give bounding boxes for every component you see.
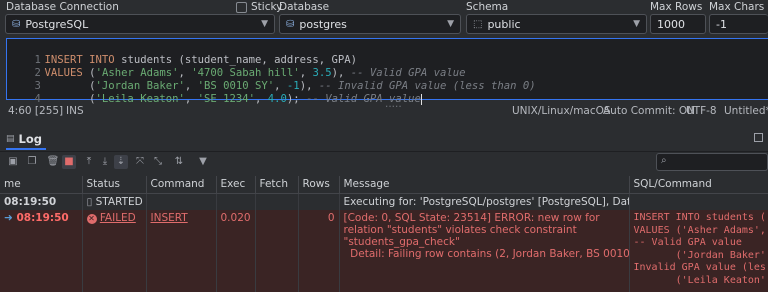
database-label: Database xyxy=(279,1,330,13)
file-name: Untitled* xyxy=(724,105,768,117)
filter-icon[interactable]: ▼ xyxy=(196,155,210,169)
expand-icon[interactable]: ⤧ xyxy=(133,155,147,169)
max-rows-label: Max Rows xyxy=(650,1,703,13)
log-toolbar: ▣ ❐ 🗑 ■ ⤒ ⤓ ⇣ ⤧ ⤡ ⇅ ▼ xyxy=(0,151,768,173)
connection-select[interactable]: ⛁ PostgreSQL ▼ xyxy=(5,14,275,34)
maximize-icon[interactable] xyxy=(754,133,763,142)
editor-line: 3 ('Jordan Baker', 'BS 0010 SY', -1), --… xyxy=(34,80,536,92)
log-search-input[interactable]: ⌕ xyxy=(656,153,768,171)
column-header[interactable]: Status xyxy=(82,176,147,194)
max-chars-input[interactable]: -1 xyxy=(709,14,768,34)
status-cell: ✕ FAILED xyxy=(82,210,147,292)
rows-cell xyxy=(298,193,340,210)
command-cell xyxy=(146,193,217,210)
table-header: me Status Command Exec Fetch Rows Messag… xyxy=(0,176,768,194)
exec-cell xyxy=(216,193,256,210)
schema-label: Schema xyxy=(466,1,509,13)
db-connection-label: Database Connection xyxy=(6,1,119,13)
column-header[interactable]: me xyxy=(0,176,83,194)
editor-line: 2 VALUES ('Asher Adams', '4700 Sabah hill… xyxy=(34,67,466,79)
schema-select[interactable]: ⬚ public ▼ xyxy=(466,14,647,34)
error-icon: ✕ xyxy=(86,214,97,224)
chevron-down-icon: ▼ xyxy=(447,19,454,29)
table-row[interactable]: ➜ 08:19:50 ✕ FAILED INSERT 0.020 0 [Code… xyxy=(0,210,768,292)
message-cell: [Code: 0, SQL State: 23514] ERROR: new r… xyxy=(339,210,630,292)
log-icon: ▤ xyxy=(6,134,15,144)
editor-line: 4 ('Leila Keaton', 'SE 1234', 4.0); -- V… xyxy=(34,93,422,105)
database-icon: ⛁ xyxy=(12,18,21,30)
column-header[interactable]: Message xyxy=(339,176,630,194)
status-cell: ▯ STARTED xyxy=(82,193,147,210)
autoscroll-icon[interactable]: ⇣ xyxy=(114,155,128,169)
chevron-down-icon: ▼ xyxy=(633,19,640,29)
drag-handle-icon[interactable]: ····· xyxy=(385,101,402,113)
sql-cell xyxy=(629,193,768,210)
message-cell: Executing for: 'PostgreSQL/postgres' [Po… xyxy=(339,193,630,210)
sql-cell: INSERT INTO students ( VALUES ('Asher Ad… xyxy=(629,210,768,292)
time-cell: ➜ 08:19:50 xyxy=(0,210,83,292)
encoding[interactable]: UTF-8 xyxy=(686,105,717,117)
cursor-position[interactable]: 4:60 [255] xyxy=(8,105,63,117)
column-header[interactable]: Rows xyxy=(298,176,340,194)
sql-editor[interactable]: 1 INSERT INTO students (student_name, add… xyxy=(6,38,768,105)
column-header[interactable]: Fetch xyxy=(255,176,299,194)
sticky-checkbox[interactable] xyxy=(236,1,247,13)
chevron-down-icon: ▼ xyxy=(261,19,268,29)
database-icon: ⛁ xyxy=(286,18,295,30)
editor-line: 1 INSERT INTO students (student_name, add… xyxy=(34,54,358,66)
exec-cell: 0.020 xyxy=(216,210,256,292)
schema-icon: ⬚ xyxy=(473,18,483,30)
search-icon: ⌕ xyxy=(661,155,667,166)
sort-icon[interactable]: ⇅ xyxy=(172,155,186,169)
scroll-top-icon[interactable]: ⤒ xyxy=(82,155,96,169)
connection-labels: Database Connection Sticky Database Sche… xyxy=(0,0,768,14)
scroll-bottom-icon[interactable]: ⤓ xyxy=(98,155,112,169)
rows-cell: 0 xyxy=(298,210,340,292)
arrow-right-icon: ➜ xyxy=(4,212,17,224)
max-chars-label: Max Chars xyxy=(709,1,765,13)
tab-log[interactable]: ▤ Log xyxy=(6,130,42,148)
collapse-icon[interactable]: ⤡ xyxy=(151,155,165,169)
table-row[interactable]: 08:19:50 ▯ STARTED Executing for: 'Postg… xyxy=(0,193,768,210)
command-cell: INSERT xyxy=(146,210,217,292)
save-icon[interactable]: ▣ xyxy=(6,155,20,169)
copy-icon[interactable]: ❐ xyxy=(25,155,39,169)
fetch-cell xyxy=(255,210,299,292)
fetch-cell xyxy=(255,193,299,210)
column-header[interactable]: SQL/Command xyxy=(629,176,768,194)
sticky-toggle[interactable]: Sticky xyxy=(236,1,282,13)
log-table: me Status Command Exec Fetch Rows Messag… xyxy=(0,176,768,292)
database-select[interactable]: ⛁ postgres ▼ xyxy=(279,14,461,34)
tab-underline xyxy=(6,148,46,150)
stop-icon[interactable]: ■ xyxy=(62,155,76,169)
insert-mode[interactable]: INS xyxy=(66,105,84,117)
column-header[interactable]: Command xyxy=(146,176,217,194)
delete-icon[interactable]: 🗑 xyxy=(46,155,60,169)
column-header[interactable]: Exec xyxy=(216,176,256,194)
autocommit-status[interactable]: Auto Commit: ON xyxy=(603,105,695,117)
max-rows-input[interactable]: 1000 xyxy=(650,14,706,34)
started-icon: ▯ xyxy=(86,195,93,208)
status-bar: 4:60 [255] INS ····· UNIX/Linux/macOS Au… xyxy=(0,101,768,119)
line-separator[interactable]: UNIX/Linux/macOS xyxy=(512,105,611,117)
time-cell: 08:19:50 xyxy=(0,193,83,210)
